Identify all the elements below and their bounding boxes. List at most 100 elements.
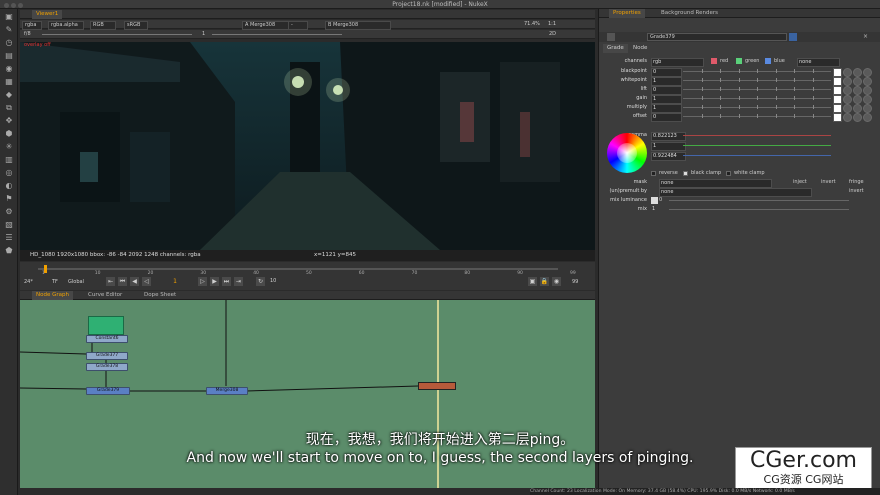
reverse-check[interactable] (651, 171, 656, 176)
channel-tool-icon[interactable]: ▤ (4, 51, 14, 60)
invert-label[interactable]: invert (821, 178, 836, 187)
color-tool-icon[interactable]: ◉ (4, 64, 14, 73)
close-dot[interactable] (4, 3, 9, 8)
time-tool-icon[interactable]: ◷ (4, 38, 14, 47)
particles-tool-icon[interactable]: ✳ (4, 142, 14, 151)
extra-channel-select[interactable]: none (797, 58, 840, 67)
timeline-track[interactable] (38, 268, 558, 270)
tab-viewer1[interactable]: Viewer1 (32, 10, 63, 19)
colorspace-select[interactable]: RGB (90, 21, 116, 30)
node-grade-377[interactable]: Grade377 (86, 352, 128, 360)
gamma-b-field[interactable]: 0.922484 (651, 152, 686, 161)
zoom-dot[interactable] (18, 3, 23, 8)
draw-tool-icon[interactable]: ✎ (4, 25, 14, 34)
blue-check[interactable] (765, 58, 771, 64)
node-name-field[interactable]: Grade379 (647, 33, 787, 41)
property-slider[interactable] (683, 78, 831, 82)
tab-grade[interactable]: Grade (603, 44, 628, 53)
cache-icon[interactable]: ▣ (528, 277, 537, 286)
mix-slider[interactable] (669, 209, 849, 210)
unpremult-invert-label[interactable]: invert (849, 187, 864, 196)
gamma-r-field[interactable]: 0.822123 (651, 132, 686, 141)
tab-curve-editor[interactable]: Curve Editor (84, 291, 126, 300)
prev-keyframe-button[interactable]: ⏮ (118, 277, 127, 286)
node-grade-379[interactable]: Grade379 (86, 387, 130, 395)
property-value[interactable]: 0 (651, 113, 682, 122)
inject-label[interactable]: inject (793, 178, 807, 187)
color-swatch[interactable] (833, 113, 842, 122)
play-forward-button[interactable]: ▶ (210, 277, 219, 286)
play-back-button[interactable]: ◀ (130, 277, 139, 286)
gamma-g-slider[interactable] (683, 145, 831, 146)
ratio-readout[interactable]: 1:1 (546, 21, 566, 28)
current-frame-field[interactable]: 1 (168, 277, 182, 286)
mix-luminance-slider[interactable] (669, 200, 849, 201)
tab-node[interactable]: Node (629, 44, 651, 53)
node-constant[interactable]: Constant6 (86, 335, 128, 343)
green-check[interactable] (736, 58, 742, 64)
gamma-r-slider[interactable] (683, 135, 831, 136)
deep-tool-icon[interactable]: ▥ (4, 155, 14, 164)
white-clamp-check[interactable] (726, 171, 731, 176)
keyer-tool-icon[interactable]: ◆ (4, 90, 14, 99)
first-frame-button[interactable]: ⇤ (106, 277, 115, 286)
animation-icon[interactable] (853, 113, 862, 122)
node-color-icon[interactable] (789, 33, 797, 41)
snapshot-icon[interactable]: ◉ (552, 277, 561, 286)
mix-luminance-check[interactable] (651, 197, 658, 204)
property-slider[interactable] (683, 69, 831, 73)
views-tool-icon[interactable]: ◎ (4, 168, 14, 177)
step-back-button[interactable]: ◁ (142, 277, 151, 286)
mix-value[interactable]: 1 (651, 206, 658, 213)
metadata-tool-icon[interactable]: ◐ (4, 181, 14, 190)
plugins-tool-icon[interactable]: ☰ (4, 233, 14, 242)
3d-tool-icon[interactable]: ⬢ (4, 129, 14, 138)
tab-background-renders[interactable]: Background Renders (657, 9, 722, 18)
constant-node-swatch[interactable] (88, 316, 124, 335)
minimize-dot[interactable] (11, 3, 16, 8)
gamma-b-slider[interactable] (683, 155, 831, 156)
other-tool-icon[interactable]: ⚙ (4, 207, 14, 216)
merge-tool-icon[interactable]: ⧉ (4, 103, 14, 112)
channels-select[interactable]: rgba (22, 21, 42, 30)
channels-select[interactable]: rgb (651, 58, 704, 67)
last-frame-button[interactable]: ⇥ (234, 277, 243, 286)
step-forward-button[interactable]: ▷ (198, 277, 207, 286)
property-slider[interactable] (683, 105, 831, 109)
toolsets-tool-icon[interactable]: ⚑ (4, 194, 14, 203)
red-check[interactable] (711, 58, 717, 64)
black-clamp-check[interactable] (683, 171, 688, 176)
end-frame[interactable]: 99 (572, 279, 578, 285)
mix-luminance-value[interactable]: 0 (659, 196, 662, 205)
loop-button[interactable]: ↻ (256, 277, 265, 286)
property-slider[interactable] (683, 96, 831, 100)
color-picker-icon[interactable] (863, 113, 872, 122)
close-panel-icon[interactable]: × (863, 33, 871, 41)
transform-tool-icon[interactable]: ✥ (4, 116, 14, 125)
gamma-value[interactable]: 1 (200, 31, 212, 38)
lock-icon[interactable]: 🔒 (540, 277, 549, 286)
tab-properties[interactable]: Properties (609, 9, 645, 18)
channel-split-icon[interactable] (843, 113, 852, 122)
tab-node-graph[interactable]: Node Graph (32, 291, 73, 300)
nuke-logo-icon[interactable]: ⬟ (4, 246, 14, 255)
viewer-node[interactable] (418, 382, 456, 390)
image-tool-icon[interactable]: ▣ (4, 12, 14, 21)
tf-select[interactable]: TF (52, 279, 58, 285)
increment-field[interactable]: 10 (270, 278, 276, 284)
viewer-image[interactable]: overlay off (20, 42, 595, 250)
gamma-slider[interactable] (212, 34, 342, 35)
property-slider[interactable] (683, 87, 831, 91)
gamma-g-field[interactable]: 1 (651, 142, 686, 151)
composite-select[interactable]: - (288, 21, 308, 30)
next-keyframe-button[interactable]: ⏭ (222, 277, 231, 286)
b-input-select[interactable]: B Merge308 (325, 21, 391, 30)
property-slider[interactable] (683, 114, 831, 118)
fringe-label[interactable]: fringe (849, 178, 864, 187)
tab-dope-sheet[interactable]: Dope Sheet (140, 291, 180, 300)
alpha-select[interactable]: rgba.alpha (48, 21, 84, 30)
node-grade-378[interactable]: Grade378 (86, 363, 128, 371)
scope-select[interactable]: Global (68, 279, 84, 285)
lut-select[interactable]: sRGB (124, 21, 148, 30)
gain-slider[interactable] (42, 34, 192, 35)
